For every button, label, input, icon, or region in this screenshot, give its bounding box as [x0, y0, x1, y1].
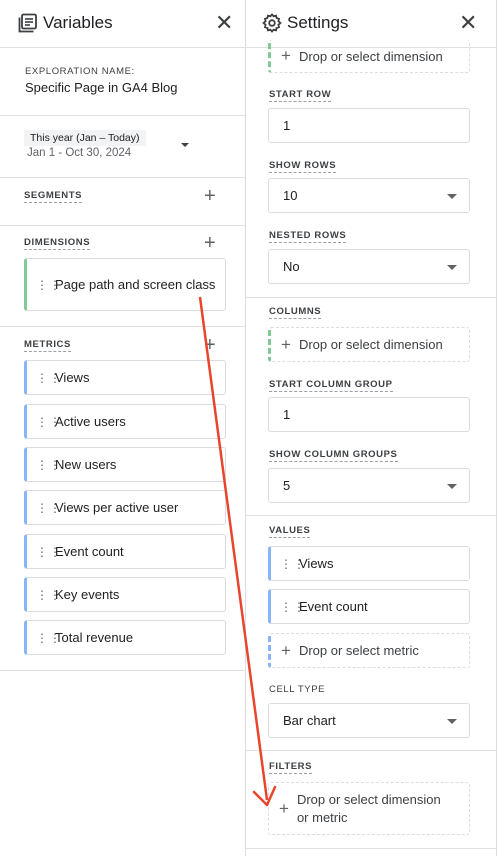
metric-chip-key-events[interactable]: ⋮⋮ Key events [24, 577, 226, 612]
cell-type-label: CELL TYPE [269, 684, 326, 695]
filters-label: FILTERS [269, 761, 313, 774]
gear-icon [262, 13, 284, 35]
nested-rows-select[interactable]: No [268, 249, 470, 284]
metrics-label: METRICS [24, 339, 71, 352]
dimensions-label: DIMENSIONS [24, 237, 91, 250]
dropdown-caret-icon [447, 264, 457, 270]
nested-rows-value: No [283, 259, 300, 274]
settings-title: Settings [287, 13, 349, 32]
dropdown-caret-icon [447, 483, 457, 489]
start-row-input[interactable]: 1 [268, 108, 470, 143]
start-column-group-input[interactable]: 1 [268, 397, 470, 432]
start-column-group-label: START COLUMN GROUP [269, 379, 393, 392]
variables-panel: Variables ✕ EXPLORATION NAME: Specific P… [0, 0, 246, 856]
drag-handle-icon: ⋮⋮ [280, 556, 306, 571]
dropdown-caret-icon [447, 718, 457, 724]
metric-chip-label: Total revenue [55, 630, 134, 645]
metric-chip-label: New users [55, 457, 117, 472]
plus-icon: + [281, 334, 291, 354]
drag-handle-icon: ⋮⋮ [36, 414, 62, 429]
add-segment-icon[interactable]: + [204, 186, 216, 206]
drag-handle-icon: ⋮⋮ [36, 500, 62, 515]
values-drop-zone[interactable]: + Drop or select metric [268, 633, 470, 668]
date-range-picker[interactable]: This year (Jan – Today) Jan 1 - Oct 30, … [24, 126, 200, 162]
dimension-chip-label: Page path and screen class [55, 276, 216, 292]
plus-icon: + [279, 798, 289, 818]
plus-icon: + [281, 640, 291, 660]
variables-title: Variables [43, 13, 113, 32]
filters-drop-line1: Drop or select dimension [296, 791, 441, 807]
metric-chip-active-users[interactable]: ⋮⋮ Active users [24, 404, 226, 439]
plus-icon: + [281, 46, 291, 65]
dimension-chip[interactable]: ⋮⋮ Page path and screen class [24, 258, 226, 311]
columns-drop-zone[interactable]: + Drop or select dimension [268, 327, 470, 362]
drag-handle-icon: ⋮⋮ [36, 277, 62, 292]
show-rows-label: SHOW ROWS [269, 160, 337, 173]
nested-rows-label: NESTED ROWS [269, 230, 347, 243]
value-chip-event-count[interactable]: ⋮⋮ Event count [268, 589, 470, 624]
close-variables-icon[interactable]: ✕ [215, 12, 233, 34]
dropdown-caret-icon [447, 193, 457, 199]
date-range-text: Jan 1 - Oct 30, 2024 [27, 147, 132, 159]
metric-chip-label: Active users [55, 414, 126, 429]
show-column-groups-value: 5 [283, 478, 291, 493]
cell-type-value: Bar chart [283, 713, 336, 728]
metric-chip-label: Views [55, 370, 90, 385]
value-chip-views[interactable]: ⋮⋮ Views [268, 546, 470, 581]
value-chip-label: Event count [299, 599, 368, 614]
rows-drop-text: Drop or select dimension [298, 48, 443, 64]
exploration-name-field[interactable]: Specific Page in GA4 Blog [25, 80, 177, 95]
values-drop-text: Drop or select metric [298, 643, 419, 658]
show-rows-select[interactable]: 10 [268, 178, 470, 213]
metric-chip-label: Key events [55, 587, 120, 602]
show-column-groups-select[interactable]: 5 [268, 468, 470, 503]
columns-drop-text: Drop or select dimension [298, 337, 443, 352]
metric-chip-total-revenue[interactable]: ⋮⋮ Total revenue [24, 620, 226, 655]
exploration-name-label: EXPLORATION NAME: [25, 66, 135, 77]
segments-label: SEGMENTS [24, 190, 83, 203]
value-chip-label: Views [299, 556, 334, 571]
cell-type-select[interactable]: Bar chart [268, 703, 470, 738]
metric-chip-views[interactable]: ⋮⋮ Views [24, 360, 226, 395]
rows-drop-zone[interactable]: + Drop or select dimension [268, 40, 470, 73]
start-row-label: START ROW [269, 89, 332, 102]
metric-chip-views-per-active-user[interactable]: ⋮⋮ Views per active user [24, 490, 226, 525]
show-column-groups-label: SHOW COLUMN GROUPS [269, 449, 398, 462]
filters-drop-line2: or metric [296, 809, 348, 825]
close-settings-icon[interactable]: ✕ [459, 12, 477, 34]
values-label: VALUES [269, 525, 311, 538]
drag-handle-icon: ⋮⋮ [280, 599, 306, 614]
metric-chip-label: Event count [55, 544, 124, 559]
metric-chip-label: Views per active user [55, 500, 179, 515]
columns-label: COLUMNS [269, 306, 322, 319]
date-dropdown-caret-icon [181, 143, 189, 147]
variables-icon [18, 13, 40, 35]
drag-handle-icon: ⋮⋮ [36, 544, 62, 559]
drag-handle-icon: ⋮⋮ [36, 457, 62, 472]
drag-handle-icon: ⋮⋮ [36, 587, 62, 602]
filters-drop-text: Drop or select dimension or metric [297, 791, 441, 827]
add-metric-icon[interactable]: + [204, 335, 216, 355]
filters-drop-zone[interactable]: + Drop or select dimension or metric [268, 782, 470, 835]
metric-chip-new-users[interactable]: ⋮⋮ New users [24, 447, 226, 482]
date-preset: This year (Jan – Today) [24, 130, 146, 146]
drag-handle-icon: ⋮⋮ [36, 630, 62, 645]
show-rows-value: 10 [283, 188, 298, 203]
settings-panel: Settings ✕ + Drop or select dimension STA… [246, 0, 497, 856]
drag-handle-icon: ⋮⋮ [36, 370, 62, 385]
add-dimension-icon[interactable]: + [204, 233, 216, 253]
metric-chip-event-count[interactable]: ⋮⋮ Event count [24, 534, 226, 569]
